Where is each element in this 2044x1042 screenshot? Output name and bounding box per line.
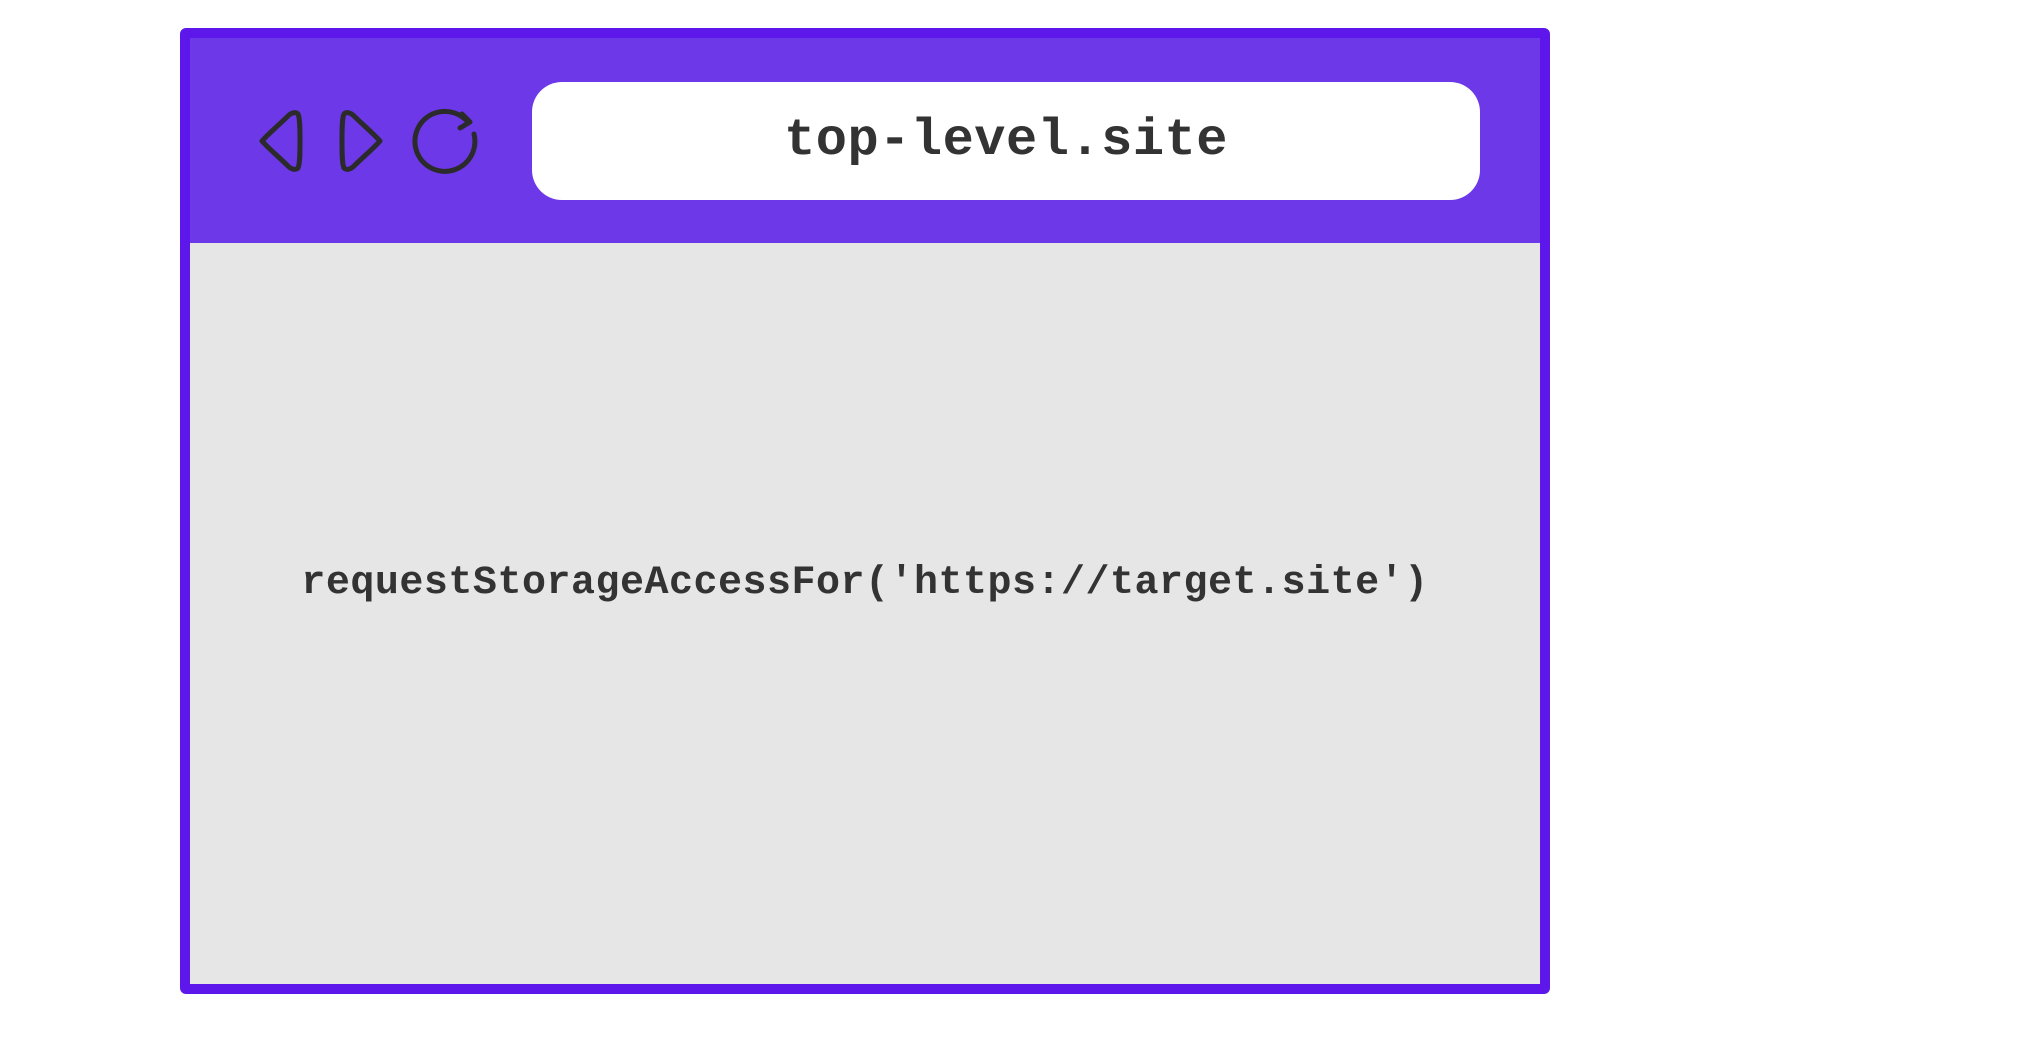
browser-content: requestStorageAccessFor('https://target.…: [190, 243, 1540, 984]
code-snippet: requestStorageAccessFor('https://target.…: [301, 561, 1428, 666]
browser-window: top-level.site requestStorageAccessFor('…: [180, 28, 1550, 994]
address-text: top-level.site: [784, 111, 1228, 170]
address-bar[interactable]: top-level.site: [532, 82, 1480, 200]
back-icon[interactable]: [250, 108, 312, 174]
browser-chrome: top-level.site: [190, 38, 1540, 243]
forward-icon[interactable]: [330, 108, 392, 174]
reload-icon[interactable]: [410, 104, 484, 178]
